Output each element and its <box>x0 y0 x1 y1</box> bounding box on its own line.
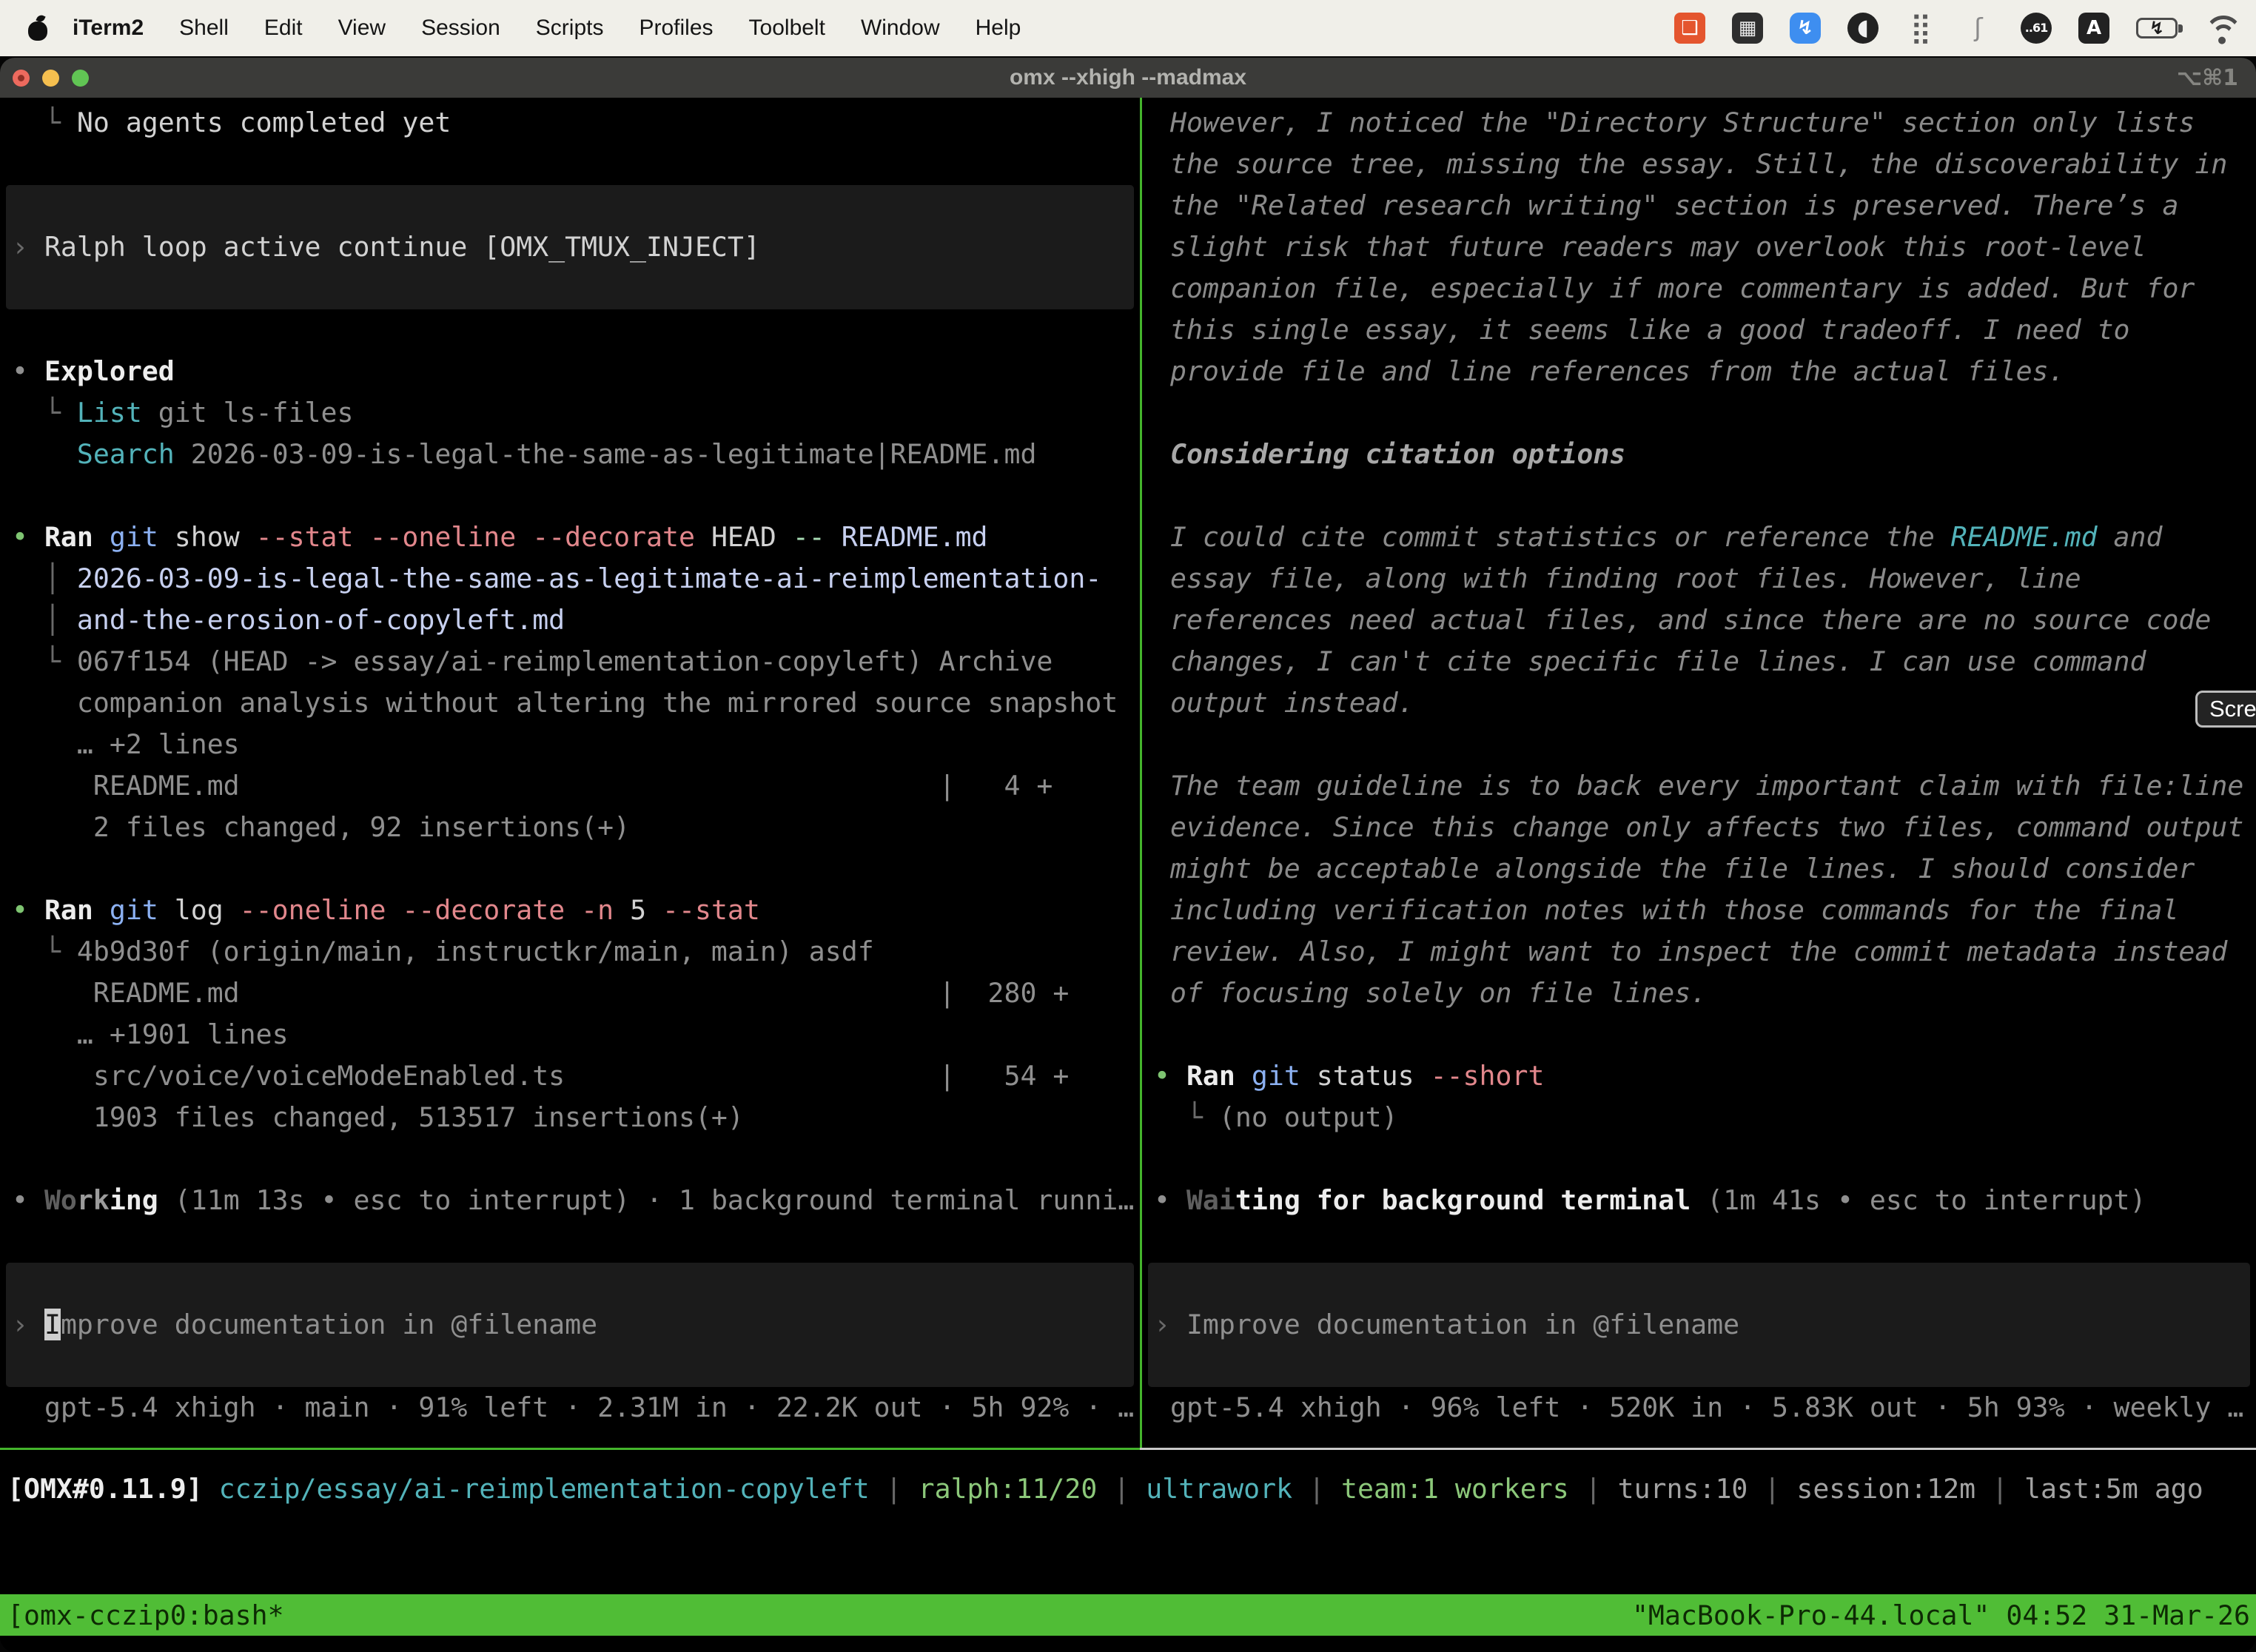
ran-git-log-line: • Ran git log --oneline --decorate -n 5 … <box>0 890 1140 931</box>
window-titlebar: omx --xhigh --madmax ⌥⌘1 <box>0 58 2256 98</box>
model-status-line: gpt-5.4 xhigh · 96% left · 520K in · 5.8… <box>1142 1387 2256 1428</box>
git-show-output: └ 067f154 (HEAD -> essay/ai-reimplementa… <box>0 641 1140 682</box>
chat-app-icon[interactable]: ❑ <box>1674 13 1705 44</box>
git-show-output: companion analysis without altering the … <box>0 682 1140 724</box>
menu-item-session[interactable]: Session <box>403 16 518 41</box>
hook-icon[interactable]: ʃ <box>1963 13 1994 44</box>
percent-badge-icon[interactable]: ..61 <box>2021 13 2052 44</box>
reasoning-paragraph: the source tree, missing the essay. Stil… <box>1142 144 2256 185</box>
prompt-input-line: › Improve documentation in @filename <box>1142 1304 2256 1346</box>
reasoning-paragraph: changes, I can't cite specific file line… <box>1142 641 2256 682</box>
menu-item-help[interactable]: Help <box>958 16 1039 41</box>
inactive-pane-border <box>1140 1448 2256 1450</box>
omx-status-bar: [OMX#0.11.9] cczip/essay/ai-reimplementa… <box>0 1468 2256 1510</box>
reasoning-paragraph: companion file, especially if more comme… <box>1142 268 2256 309</box>
reasoning-paragraph: The team guideline is to back every impo… <box>1142 765 2256 807</box>
iterm2-window: omx --xhigh --madmax ⌥⌘1 └ No agents com… <box>0 58 2256 1652</box>
git-show-output: … +2 lines <box>0 724 1140 765</box>
dots-grid-icon[interactable]: ⣿ <box>1905 13 1936 44</box>
reasoning-paragraph: slight risk that future readers may over… <box>1142 226 2256 268</box>
reasoning-paragraph: essay file, along with finding root file… <box>1142 558 2256 600</box>
waiting-status-line: • Waiting for background terminal (1m 41… <box>1142 1180 2256 1221</box>
left-terminal-pane[interactable]: └ No agents completed yet › Ralph loop ac… <box>0 102 1140 1448</box>
reasoning-paragraph: provide file and line references from th… <box>1142 351 2256 392</box>
reasoning-paragraph: references need actual files, and since … <box>1142 600 2256 641</box>
dark-disc-icon[interactable]: ◖ <box>1847 13 1879 44</box>
menu-status-icons: ❑ ▦ ↯ ◖ ⣿ ʃ ..61 A ↯ ● <box>1674 13 2256 44</box>
battery-icon[interactable]: ↯ <box>2136 18 2178 38</box>
omx-status-line: [OMX#0.11.9] cczip/essay/ai-reimplementa… <box>0 1468 2256 1510</box>
tmux-window-label[interactable]: [omx-cczip0:bash* <box>0 1599 284 1631</box>
shield-grid-icon[interactable]: ▦ <box>1732 13 1763 44</box>
reasoning-paragraph: this single essay, it seems like a good … <box>1142 309 2256 351</box>
explored-search-line: Search 2026-03-09-is-legal-the-same-as-l… <box>0 434 1140 475</box>
pane-divider[interactable] <box>1140 98 1142 1450</box>
screenshot-toast-label: Scre <box>2209 696 2256 722</box>
git-show-output: README.md | 4 + <box>0 765 1140 807</box>
reasoning-paragraph: of focusing solely on file lines. <box>1142 973 2256 1014</box>
close-button[interactable] <box>13 70 30 87</box>
reasoning-heading: Considering citation options <box>1142 434 2256 475</box>
menu-item-view[interactable]: View <box>320 16 403 41</box>
git-log-output: README.md | 280 + <box>0 973 1140 1014</box>
git-log-output: … +1901 lines <box>0 1014 1140 1055</box>
keyboard-a-icon[interactable]: A <box>2078 13 2109 44</box>
bolt-app-icon[interactable]: ↯ <box>1790 13 1821 44</box>
window-shortcut-badge: ⌥⌘1 <box>2177 65 2238 91</box>
git-log-output: src/voice/voiceModeEnabled.ts | 54 + <box>0 1055 1140 1097</box>
reasoning-paragraph: I could cite commit statistics or refere… <box>1142 517 2256 558</box>
menu-item-window[interactable]: Window <box>843 16 958 41</box>
active-pane-border <box>0 1448 1140 1450</box>
screenshot-toast[interactable]: Scre <box>2195 691 2256 728</box>
reasoning-paragraph: output instead. <box>1142 682 2256 724</box>
tmux-host-clock: "MacBook-Pro-44.local" 04:52 31-Mar-26 <box>1632 1599 2256 1631</box>
macos-menu-bar: iTerm2ShellEditViewSessionScriptsProfile… <box>0 0 2256 56</box>
agents-status-line: └ No agents completed yet <box>0 102 1140 144</box>
explored-header: • Explored <box>0 351 1140 392</box>
right-terminal-pane[interactable]: However, I noticed the "Directory Struct… <box>1142 102 2256 1448</box>
explored-list-line: └ List git ls-files <box>0 392 1140 434</box>
menu-item-edit[interactable]: Edit <box>246 16 320 41</box>
menu-item-scripts[interactable]: Scripts <box>518 16 622 41</box>
ran-git-show-line: • Ran git show --stat --oneline --decora… <box>0 517 1140 558</box>
git-log-output: └ 4b9d30f (origin/main, instructkr/main,… <box>0 931 1140 973</box>
menu-item-profiles[interactable]: Profiles <box>621 16 731 41</box>
git-show-output: 2 files changed, 92 insertions(+) <box>0 807 1140 848</box>
menu-item-iterm2[interactable]: iTerm2 <box>59 16 161 41</box>
menu-item-toolbelt[interactable]: Toolbelt <box>731 16 843 41</box>
reasoning-paragraph: including verification notes with those … <box>1142 890 2256 931</box>
command-wrap-line: │ 2026-03-09-is-legal-the-same-as-legiti… <box>0 558 1140 600</box>
git-log-output: 1903 files changed, 513517 insertions(+) <box>0 1097 1140 1138</box>
git-status-output: └ (no output) <box>1142 1097 2256 1138</box>
apple-menu-icon[interactable] <box>27 16 49 41</box>
wifi-icon[interactable]: ● <box>2204 16 2240 41</box>
reasoning-paragraph: the "Related research writing" section i… <box>1142 185 2256 226</box>
prompt-input-line: › Improve documentation in @filename <box>0 1304 1140 1346</box>
command-wrap-line: │ and-the-erosion-of-copyleft.md <box>0 600 1140 641</box>
ralph-loop-line: › Ralph loop active continue [OMX_TMUX_I… <box>0 226 1140 268</box>
ran-git-status-line: • Ran git status --short <box>1142 1055 2256 1097</box>
menu-item-shell[interactable]: Shell <box>161 16 246 41</box>
reasoning-paragraph: might be acceptable alongside the file l… <box>1142 848 2256 890</box>
tmux-status-bar: [omx-cczip0:bash* "MacBook-Pro-44.local"… <box>0 1594 2256 1636</box>
reasoning-paragraph: evidence. Since this change only affects… <box>1142 807 2256 848</box>
window-title: omx --xhigh --madmax <box>0 65 2256 90</box>
reasoning-paragraph: review. Also, I might want to inspect th… <box>1142 931 2256 973</box>
working-status-line: • Working (11m 13s • esc to interrupt) ·… <box>0 1180 1140 1221</box>
model-status-line: gpt-5.4 xhigh · main · 91% left · 2.31M … <box>0 1387 1140 1428</box>
menu-items: iTerm2ShellEditViewSessionScriptsProfile… <box>59 16 1038 41</box>
reasoning-paragraph: However, I noticed the "Directory Struct… <box>1142 102 2256 144</box>
